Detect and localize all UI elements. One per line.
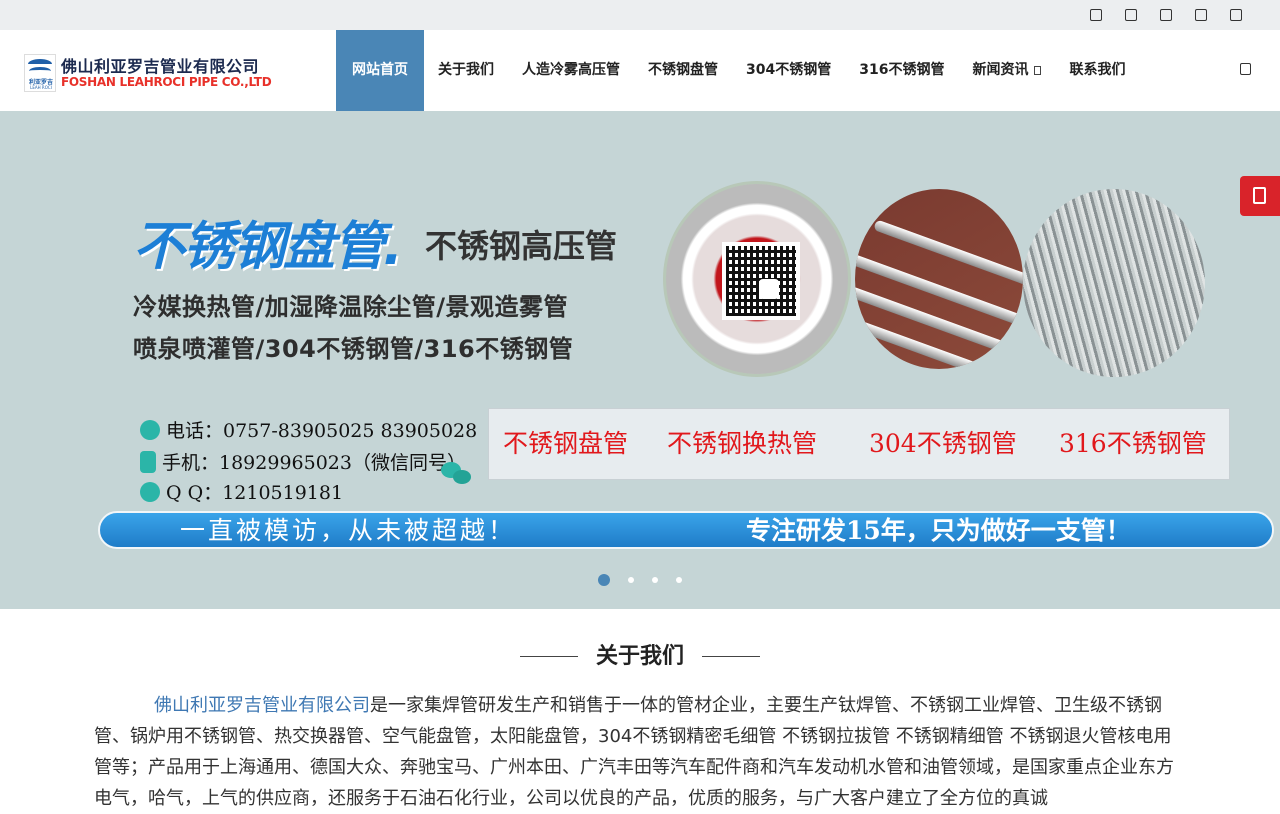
phone-icon (140, 419, 160, 440)
about-section-header: 关于我们 (0, 640, 1280, 674)
divider (702, 656, 760, 657)
logo-mark-icon: 利亚罗吉 LEAH ROCI (24, 54, 56, 92)
slogan-left: 一直被模访，从未被超越！ (180, 516, 517, 545)
pipe-bundle-image (1023, 189, 1205, 377)
nav-item-news[interactable]: 新闻资讯 (958, 30, 1055, 111)
floating-contact-button[interactable] (1240, 176, 1280, 216)
banner-product-line-2: 喷泉喷灌管/304不锈钢管/316不锈钢管 (133, 335, 574, 363)
top-link-icon[interactable] (1230, 9, 1242, 21)
wechat-icon (441, 460, 471, 486)
banner-product-item: 316不锈钢管 (1059, 429, 1207, 458)
qq-icon (140, 481, 160, 502)
nav-item-contact[interactable]: 联系我们 (1055, 30, 1139, 111)
logo-company-en: FOSHAN LEAHROCI PIPE CO.,LTD (61, 75, 272, 89)
top-bar (0, 0, 1280, 30)
contact-phone-text: 电话：0757-83905025 83905028 (166, 420, 478, 442)
logo-company-cn: 佛山利亚罗吉管业有限公司 (61, 57, 260, 76)
top-link-icon[interactable] (1125, 9, 1137, 21)
about-title: 关于我们 (595, 644, 684, 669)
top-link-icon[interactable] (1160, 9, 1172, 21)
nav-news-label: 新闻资讯 (972, 62, 1029, 78)
nav-item-304-pipe[interactable]: 304不锈钢管 (732, 30, 845, 111)
top-link-icon[interactable] (1090, 9, 1102, 21)
search-icon[interactable] (1240, 63, 1251, 75)
dropdown-icon (1034, 65, 1042, 75)
contact-qq-text: Q Q：1210519181 (166, 482, 344, 504)
qr-code-icon (722, 242, 800, 320)
top-link-icon[interactable] (1195, 9, 1207, 21)
banner-subtitle: 不锈钢高压管 (425, 227, 618, 265)
nav-item-coil-pipe[interactable]: 不锈钢盘管 (634, 30, 732, 111)
about-paragraph: 佛山利亚罗吉管业有限公司是一家集焊管研发生产和销售于一体的管材企业，主要生产钛焊… (94, 690, 1188, 814)
about-company-link[interactable]: 佛山利亚罗吉管业有限公司 (154, 695, 370, 716)
mobile-icon (140, 450, 156, 473)
mobile-icon (1253, 187, 1266, 204)
banner-product-item: 304不锈钢管 (869, 429, 1017, 458)
site-header: 利亚罗吉 LEAH ROCI 佛山利亚罗吉管业有限公司 FOSHAN LEAHR… (0, 30, 1280, 111)
top-icon-group (1090, 9, 1242, 21)
hero-banner[interactable]: 不锈钢盘管. 不锈钢高压管 冷媒换热管/加湿降温除尘管/景观造雾管 喷泉喷灌管/… (0, 111, 1280, 609)
banner-product-box: 不锈钢盘管 不锈钢换热管 304不锈钢管 316不锈钢管 (488, 408, 1230, 480)
divider (520, 656, 578, 657)
banner-product-item: 不锈钢换热管 (667, 429, 818, 458)
banner-product-item: 不锈钢盘管 (503, 429, 629, 458)
contact-mobile: 手机：18929965023（微信同号） (140, 448, 466, 475)
coil-pipe-image (663, 181, 851, 377)
logo-mark-en: LEAH ROCI (30, 85, 52, 90)
slider-dot[interactable] (598, 574, 610, 586)
main-nav: 网站首页 关于我们 人造冷雾高压管 不锈钢盘管 304不锈钢管 316不锈钢管 … (336, 30, 1139, 111)
steel-rods-image (855, 189, 1023, 369)
contact-qq: Q Q：1210519181 (140, 478, 343, 505)
contact-phone: 电话：0757-83905025 83905028 (140, 416, 477, 443)
banner-product-line-1: 冷媒换热管/加湿降温除尘管/景观造雾管 (133, 293, 569, 321)
slider-dot[interactable] (676, 577, 682, 583)
nav-item-mist-pipe[interactable]: 人造冷雾高压管 (508, 30, 634, 111)
slider-pagination (598, 574, 682, 586)
banner-slogan-bar: 一直被模访，从未被超越！ 专注研发15年，只为做好一支管！ (98, 511, 1274, 549)
nav-item-316-pipe[interactable]: 316不锈钢管 (845, 30, 958, 111)
nav-item-about[interactable]: 关于我们 (424, 30, 508, 111)
slider-dot[interactable] (652, 577, 658, 583)
slogan-right: 专注研发15年，只为做好一支管！ (746, 516, 1131, 545)
banner-contact: 电话：0757-83905025 83905028 手机：18929965023… (140, 411, 480, 511)
banner-title: 不锈钢盘管. (133, 217, 403, 277)
contact-mobile-text: 手机：18929965023（微信同号） (162, 452, 466, 474)
nav-item-home[interactable]: 网站首页 (336, 30, 424, 111)
site-logo[interactable]: 利亚罗吉 LEAH ROCI 佛山利亚罗吉管业有限公司 FOSHAN LEAHR… (24, 52, 274, 94)
slider-dot[interactable] (628, 577, 634, 583)
